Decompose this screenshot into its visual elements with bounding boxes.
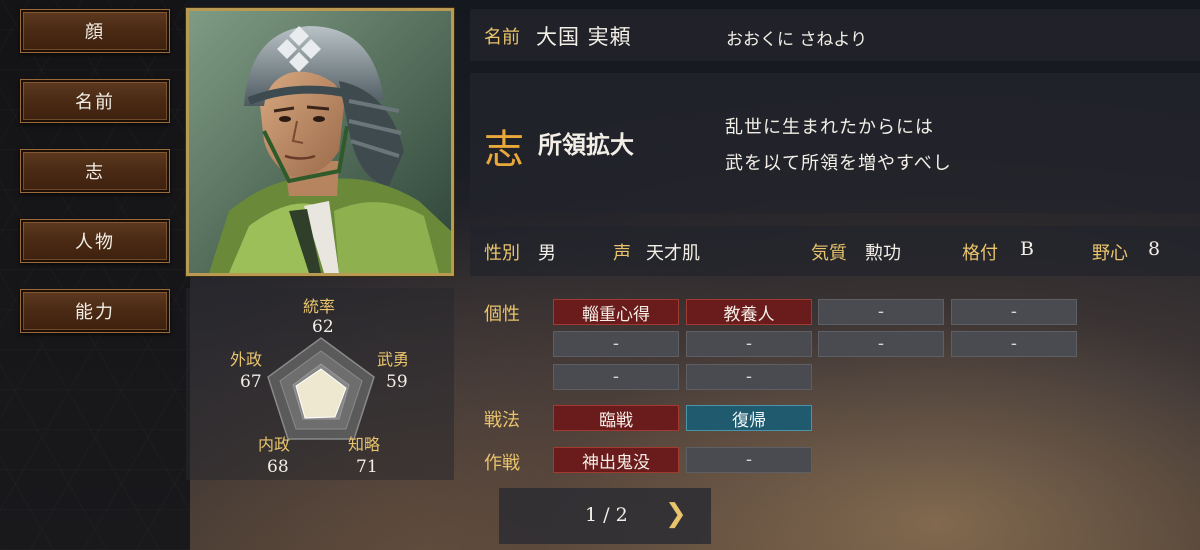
trait-chip[interactable]: 輜重心得 <box>553 299 679 325</box>
ambition-level-value: 8 <box>1148 238 1161 260</box>
profile-panel: 性別 男 声 天才肌 気質 勲功 格付 B 野心 8 <box>470 226 1200 276</box>
nav-face-label: 顔 <box>85 22 105 43</box>
temper-value: 勲功 <box>865 243 901 264</box>
stats-radar-panel: 統率 62 武勇 59 外政 67 内政 68 知略 71 <box>186 288 454 480</box>
temper-label: 気質 <box>811 243 847 264</box>
ambition-line2: 武を以て所領を増やすべし <box>725 153 952 174</box>
stat-tousotsu-label: 統率 <box>303 297 336 316</box>
tactic-chip[interactable]: 臨戦 <box>553 405 679 431</box>
trait-slot-empty[interactable]: - <box>686 364 812 390</box>
strategy-slot-empty[interactable]: - <box>686 447 812 473</box>
voice-value: 天才肌 <box>646 243 700 264</box>
nav-ability-button[interactable]: 能力 <box>20 289 170 333</box>
nav-character-button[interactable]: 人物 <box>20 219 170 263</box>
stat-chiryaku-value: 71 <box>356 457 378 477</box>
page-indicator: 1 / 2 <box>585 504 628 526</box>
nav-face-button[interactable]: 顔 <box>20 9 170 53</box>
stat-buyu-value: 59 <box>386 372 408 392</box>
ambition-panel: 志 所領拡大 乱世に生まれたからには 武を以て所領を増やすべし <box>470 73 1200 213</box>
tactics-label: 戦法 <box>484 410 520 431</box>
stat-gaisei-label: 外政 <box>230 350 263 369</box>
ambition-glyph: 志 <box>484 127 524 173</box>
stat-tousotsu-value: 62 <box>312 317 334 337</box>
trait-chip[interactable]: 教養人 <box>686 299 812 325</box>
strategy-chip[interactable]: 神出鬼没 <box>553 447 679 473</box>
trait-slot-empty[interactable]: - <box>951 299 1077 325</box>
nav-name-button[interactable]: 名前 <box>20 79 170 123</box>
name-panel: 名前 大国 実頼 おおくに さねより <box>470 9 1200 61</box>
nav-ambition-button[interactable]: 志 <box>20 149 170 193</box>
portrait-art <box>189 11 451 273</box>
gender-label: 性別 <box>484 243 520 264</box>
trait-slot-empty[interactable]: - <box>686 331 812 357</box>
stat-naisei-label: 内政 <box>258 435 291 454</box>
nav-ambition-label: 志 <box>85 162 105 183</box>
name-kanji: 大国 実頼 <box>536 25 632 49</box>
trait-slot-empty[interactable]: - <box>553 331 679 357</box>
nav-character-label: 人物 <box>75 232 115 253</box>
ambition-level-label: 野心 <box>1092 243 1128 264</box>
name-label: 名前 <box>484 27 520 48</box>
portrait <box>186 8 454 276</box>
rank-label: 格付 <box>962 243 998 264</box>
stat-buyu-label: 武勇 <box>377 350 410 369</box>
strategy-label: 作戦 <box>484 453 520 474</box>
trait-slot-empty[interactable]: - <box>818 331 944 357</box>
stat-chiryaku-label: 知略 <box>348 435 381 454</box>
nav-ability-label: 能力 <box>75 302 115 323</box>
stat-naisei-value: 68 <box>267 457 289 477</box>
gender-value: 男 <box>538 243 556 264</box>
ambition-title: 所領拡大 <box>538 130 634 159</box>
trait-slot-empty[interactable]: - <box>818 299 944 325</box>
rank-value: B <box>1020 238 1034 260</box>
next-page-icon[interactable]: ❯ <box>665 499 687 529</box>
trait-slot-empty[interactable]: - <box>553 364 679 390</box>
name-reading: おおくに さねより <box>726 30 868 50</box>
traits-label: 個性 <box>484 304 520 325</box>
pager: 1 / 2 ❯ <box>499 488 711 544</box>
stat-gaisei-value: 67 <box>240 372 262 392</box>
nav-name-label: 名前 <box>75 92 115 113</box>
voice-label: 声 <box>613 243 631 264</box>
trait-slot-empty[interactable]: - <box>951 331 1077 357</box>
ambition-line1: 乱世に生まれたからには <box>725 117 934 138</box>
tactic-chip[interactable]: 復帰 <box>686 405 812 431</box>
